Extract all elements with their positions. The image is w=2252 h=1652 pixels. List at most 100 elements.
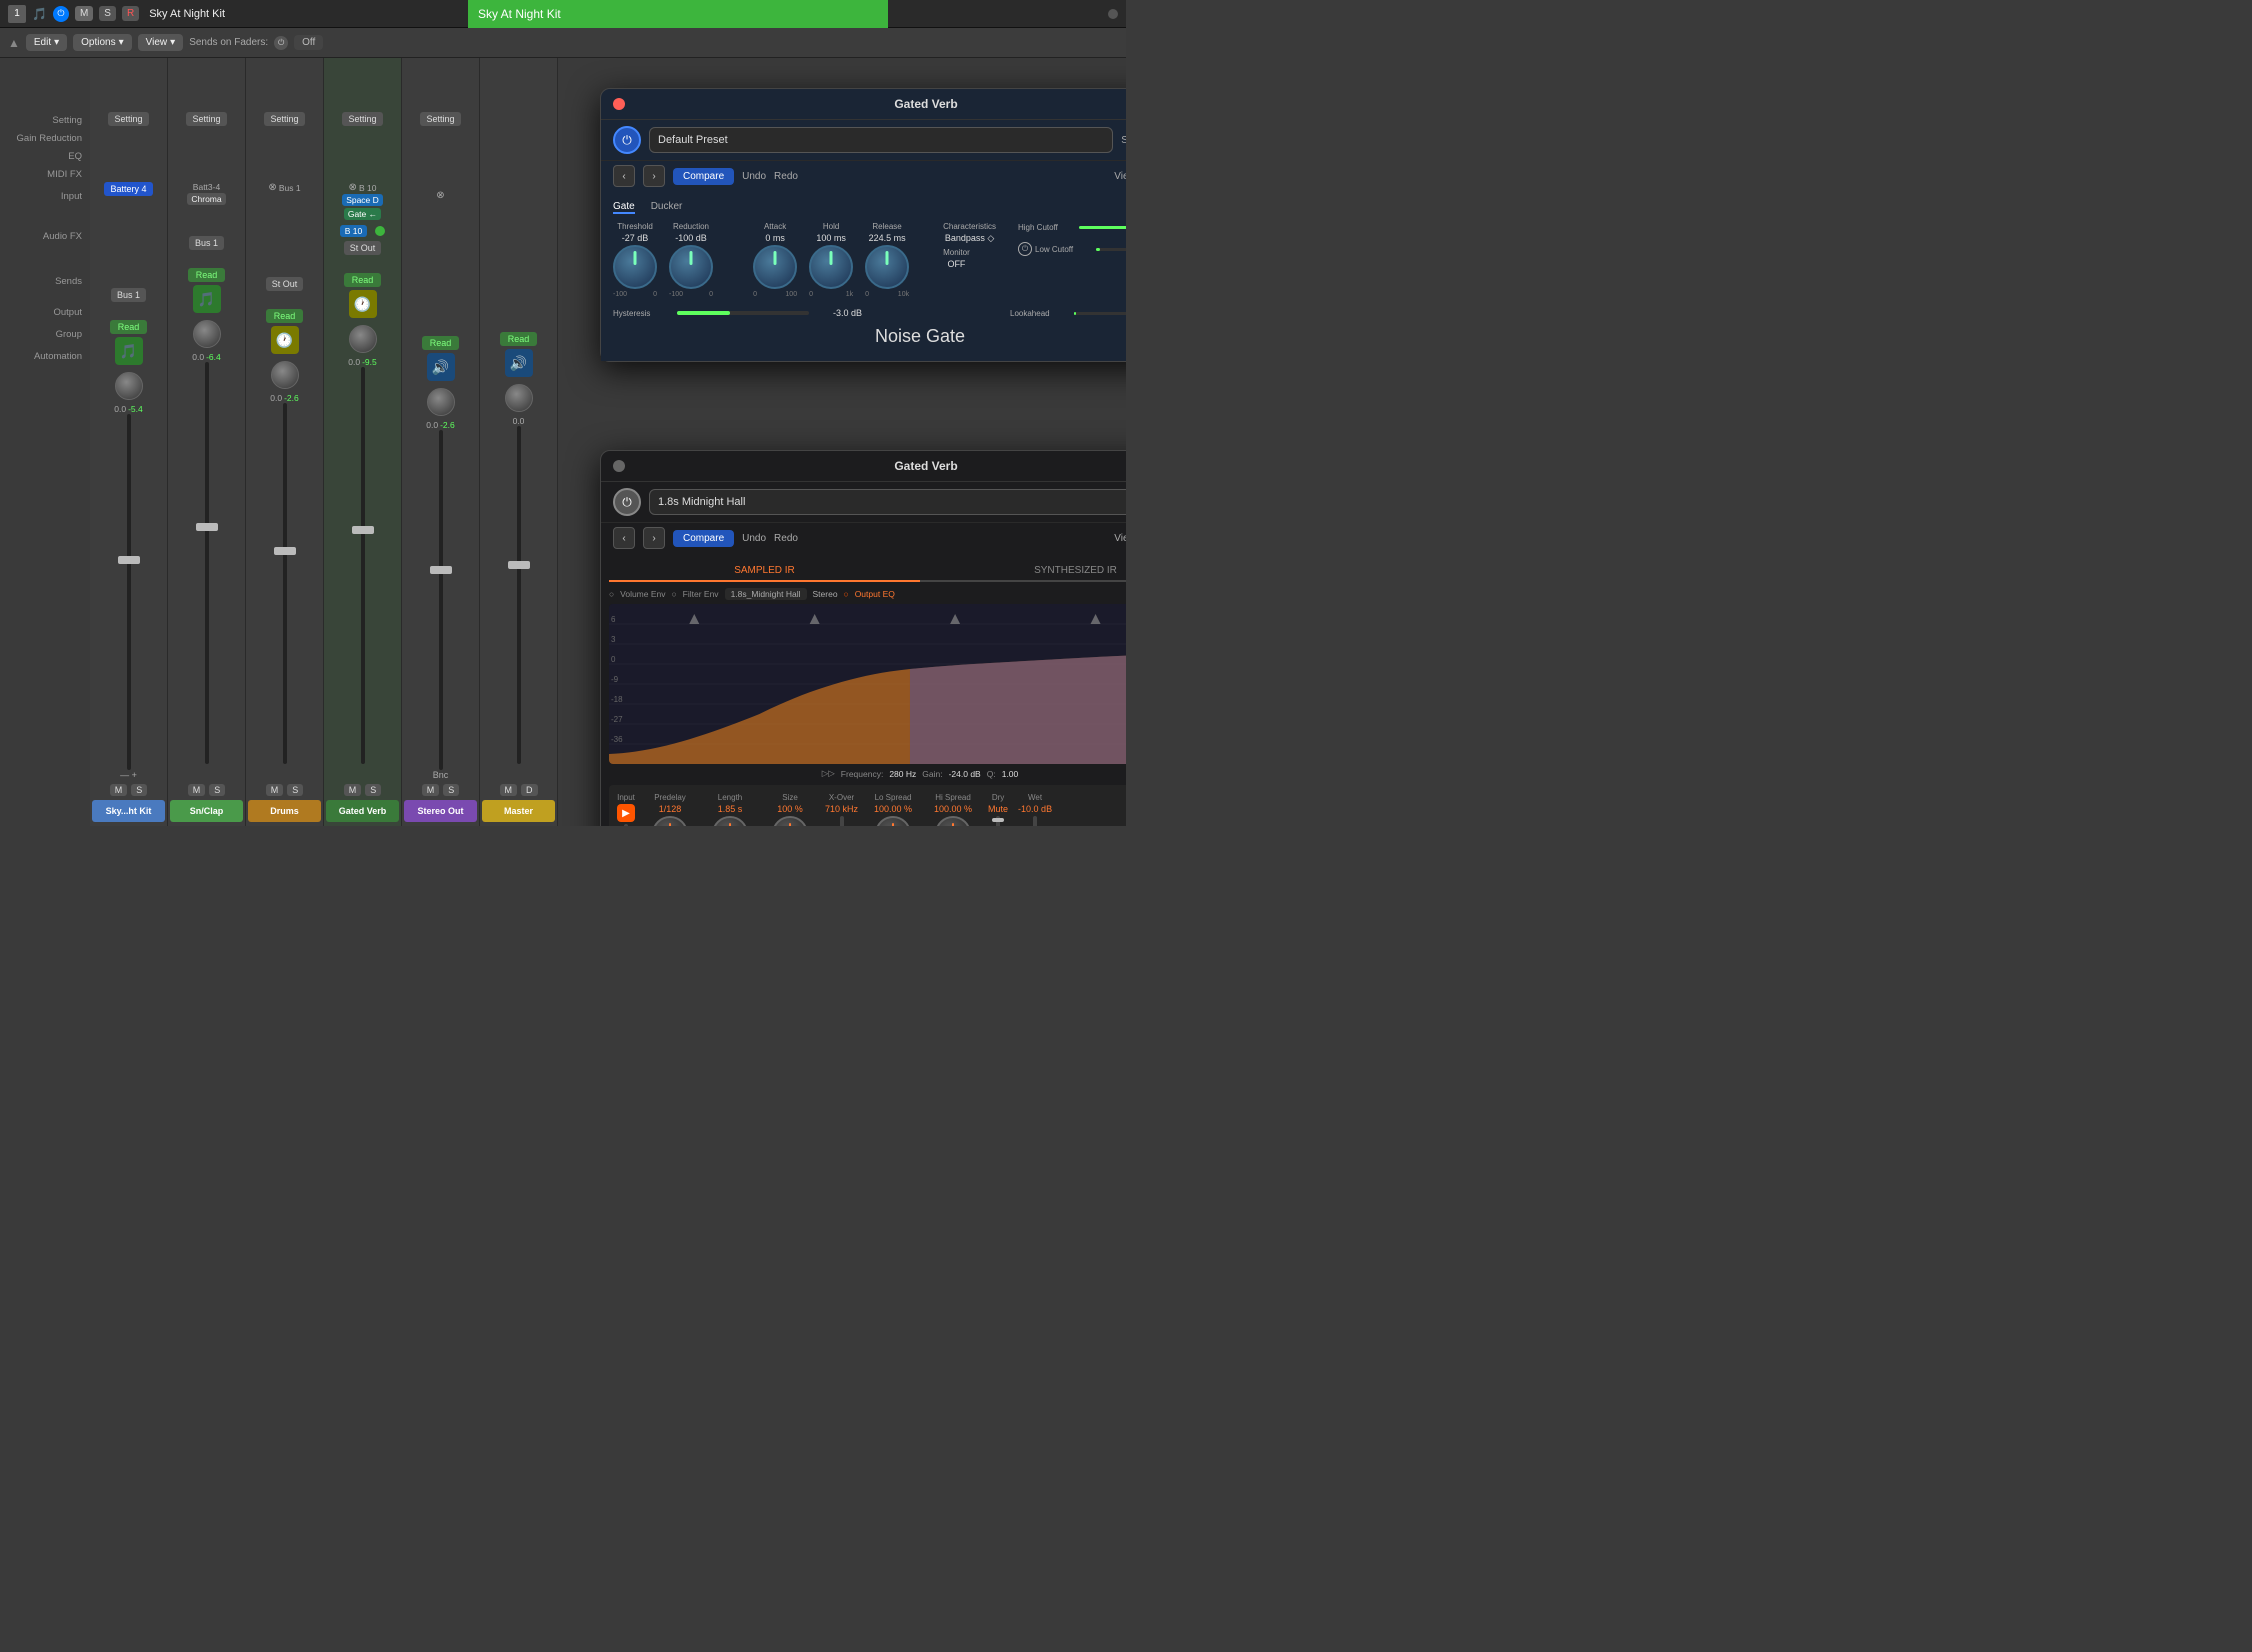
release-knob[interactable]	[865, 245, 909, 289]
fader-track-sky[interactable]	[127, 414, 131, 770]
sd-nav-forward[interactable]: ›	[643, 527, 665, 549]
solo-button[interactable]: S	[99, 6, 116, 21]
sd-ir-filename[interactable]: 1.8s_Midnight Hall	[725, 588, 807, 600]
pan-sn[interactable]	[193, 320, 221, 348]
output-drums[interactable]: St Out	[266, 277, 304, 291]
fader-track-gate[interactable]	[361, 367, 365, 764]
setting-btn-drums[interactable]: Setting	[264, 112, 304, 126]
fader-handle-gate[interactable]	[352, 526, 374, 534]
solo-sn[interactable]: S	[209, 784, 225, 796]
automation-sn[interactable]: Read	[188, 268, 226, 282]
synthesized-ir-tab[interactable]: SYNTHESIZED IR	[920, 561, 1126, 582]
close-btn-sd[interactable]	[613, 460, 625, 472]
mute-sn[interactable]: M	[188, 784, 206, 796]
compare-button[interactable]: Compare	[673, 168, 734, 185]
threshold-knob[interactable]	[613, 245, 657, 289]
sd-preset[interactable]: 1.8s Midnight Hall	[649, 489, 1126, 515]
mute-sky[interactable]: M	[110, 784, 128, 796]
pan-sky[interactable]	[115, 372, 143, 400]
pan-stereo[interactable]	[427, 388, 455, 416]
fader-handle-sn[interactable]	[196, 523, 218, 531]
automation-gate[interactable]: Read	[344, 273, 382, 287]
automation-master[interactable]: Read	[500, 332, 538, 346]
nav-back[interactable]: ‹	[613, 165, 635, 187]
automation-drums[interactable]: Read	[266, 309, 304, 323]
noise-gate-preset[interactable]: Default Preset	[649, 127, 1113, 153]
solo-master[interactable]: D	[521, 784, 538, 796]
sampled-ir-tab[interactable]: SAMPLED IR	[609, 561, 920, 582]
undo-button[interactable]: Undo	[742, 171, 766, 182]
sends-toggle[interactable]: ⏻	[274, 36, 288, 50]
reduction-knob[interactable]	[669, 245, 713, 289]
characteristics-value[interactable]: Bandpass ◇	[945, 233, 994, 244]
solo-drums[interactable]: S	[287, 784, 303, 796]
nav-forward[interactable]: ›	[643, 165, 665, 187]
sd-dry-fader[interactable]	[996, 816, 1000, 826]
sd-lospread-knob[interactable]	[875, 816, 911, 826]
pan-drums[interactable]	[271, 361, 299, 389]
solo-sky[interactable]: S	[131, 784, 147, 796]
solo-stereo[interactable]: S	[443, 784, 459, 796]
lowcutoff-power[interactable]: ⏻	[1018, 242, 1032, 256]
mute-drums[interactable]: M	[266, 784, 284, 796]
sd-wet-fader[interactable]	[1033, 816, 1037, 826]
output-sky[interactable]: Bus 1	[111, 288, 146, 302]
ducker-tab[interactable]: Ducker	[651, 201, 683, 214]
channel-name-gate[interactable]: Gated Verb	[326, 800, 399, 822]
attack-knob[interactable]	[753, 245, 797, 289]
mute-button[interactable]: M	[75, 6, 93, 21]
input-sky[interactable]: Battery 4	[104, 182, 152, 196]
pan-master[interactable]	[505, 384, 533, 412]
fader-track-stereo[interactable]	[439, 430, 443, 770]
gate-tab[interactable]: Gate	[613, 201, 635, 214]
sd-output-eq-label[interactable]: Output EQ	[855, 589, 895, 599]
channel-name-sky[interactable]: Sky...ht Kit	[92, 800, 165, 822]
redo-button[interactable]: Redo	[774, 171, 798, 182]
channel-name-stereo[interactable]: Stereo Out	[404, 800, 477, 822]
sd-hispread-knob[interactable]	[935, 816, 971, 826]
sd-compare-button[interactable]: Compare	[673, 530, 734, 547]
view-button[interactable]: View ▾	[138, 34, 184, 51]
setting-btn-sn[interactable]: Setting	[186, 112, 226, 126]
solo-gate[interactable]: S	[365, 784, 381, 796]
pan-gate[interactable]	[349, 325, 377, 353]
highcutoff-slider[interactable]	[1079, 226, 1126, 229]
sd-redo-button[interactable]: Redo	[774, 533, 798, 544]
mute-gate[interactable]: M	[344, 784, 362, 796]
channel-name-master[interactable]: Master	[482, 800, 555, 822]
options-button[interactable]: Options ▾	[73, 34, 132, 51]
channel-name-sn[interactable]: Sn/Clap	[170, 800, 243, 822]
fader-track-sn[interactable]	[205, 362, 209, 764]
fader-handle-stereo[interactable]	[430, 566, 452, 574]
record-button[interactable]: R	[122, 6, 139, 21]
audiofx-sn[interactable]: Chroma	[187, 193, 225, 205]
automation-sky[interactable]: Read	[110, 320, 148, 334]
arrow-up-icon[interactable]: ▲	[8, 36, 20, 50]
sd-length-knob[interactable]	[712, 816, 748, 826]
sd-input-fader[interactable]	[624, 824, 628, 826]
hysteresis-slider[interactable]	[677, 311, 809, 315]
setting-btn-gate[interactable]: Setting	[342, 112, 382, 126]
sd-filter-env-power[interactable]: ○	[672, 589, 677, 599]
audiofx-gate-2[interactable]: Gate ←	[344, 208, 381, 220]
audiofx-gate-1[interactable]: Space D	[342, 194, 383, 206]
edit-button[interactable]: Edit ▾	[26, 34, 67, 51]
sd-dry-handle[interactable]	[992, 818, 1004, 822]
fader-handle-sky[interactable]	[118, 556, 140, 564]
lookahead-slider[interactable]	[1074, 312, 1126, 315]
off-button[interactable]: Off	[294, 35, 323, 50]
sd-xover-fader[interactable]	[840, 816, 844, 826]
channel-name-drums[interactable]: Drums	[248, 800, 321, 822]
sd-predelay-knob[interactable]	[652, 816, 688, 826]
sd-power[interactable]: ⏻	[613, 488, 641, 516]
output-sn[interactable]: Bus 1	[189, 236, 224, 250]
close-button[interactable]	[613, 98, 625, 110]
noise-gate-power[interactable]: ⏻	[613, 126, 641, 154]
fader-track-master[interactable]	[517, 426, 521, 764]
output-gate[interactable]: St Out	[344, 241, 382, 255]
hold-knob[interactable]	[809, 245, 853, 289]
mute-stereo[interactable]: M	[422, 784, 440, 796]
send-badge-gate[interactable]: B 10	[340, 225, 368, 237]
power-button[interactable]: ⏻	[53, 6, 69, 22]
setting-btn-stereo[interactable]: Setting	[420, 112, 460, 126]
